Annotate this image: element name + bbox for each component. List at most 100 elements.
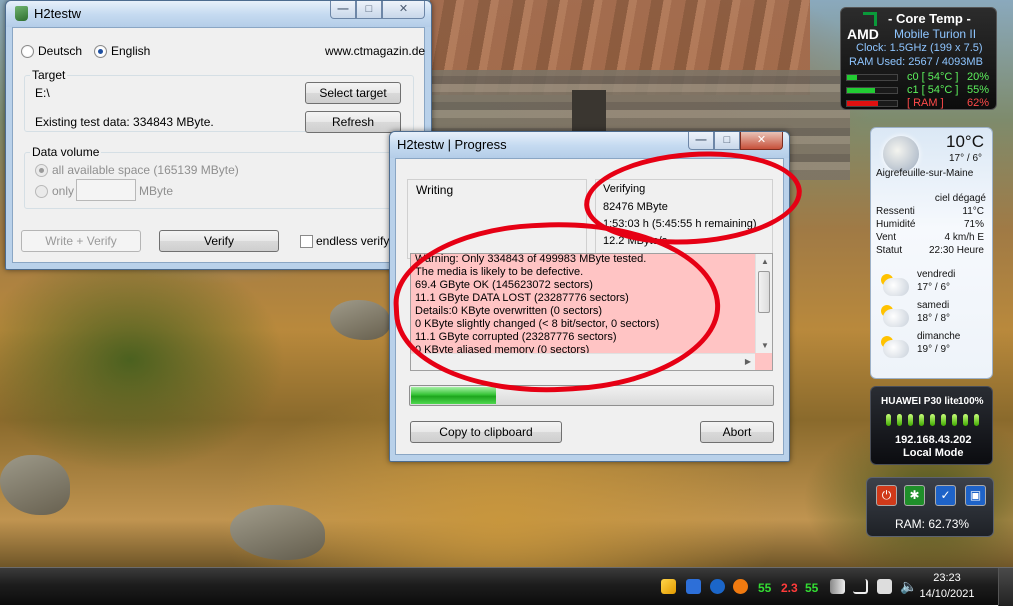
scrollbar-thumb[interactable]: [758, 271, 770, 313]
phone-ip-address: 192.168.43.202: [895, 434, 972, 446]
weather-gadget[interactable]: 10°C 17° / 6° Aigrefeuille-sur-Maine cie…: [870, 127, 993, 379]
forecast-temps: 17° / 6°: [917, 282, 951, 293]
verifying-label: Verifying: [603, 183, 646, 195]
ram-usage-text: RAM: 62.73%: [895, 517, 970, 531]
english-radio[interactable]: [94, 45, 107, 58]
taskbar-date[interactable]: 14/10/2021: [917, 588, 977, 600]
only-mbyte-input[interactable]: [76, 179, 136, 201]
target-group-label: Target: [30, 68, 68, 82]
signal-bar-icon: [908, 414, 913, 426]
forecast-temps: 19° / 9°: [917, 344, 951, 355]
write-verify-button[interactable]: Write + Verify: [21, 230, 141, 252]
phone-battery: 100%: [958, 396, 984, 407]
network-tray-icon[interactable]: [710, 579, 725, 594]
taskbar-time[interactable]: 23:23: [917, 572, 977, 584]
signal-bar-icon: [941, 414, 946, 426]
keyboard-tray-icon[interactable]: [830, 579, 845, 594]
report-line: 69.4 GByte OK (145623072 sectors): [415, 279, 593, 291]
check-icon[interactable]: ✓: [935, 485, 956, 506]
close-button[interactable]: ✕: [740, 132, 783, 150]
scroll-down-arrow-icon[interactable]: ▼: [761, 341, 769, 350]
maximize-button[interactable]: □: [714, 132, 740, 150]
copy-to-clipboard-button[interactable]: Copy to clipboard: [410, 421, 562, 443]
h2testw-main-window[interactable]: H2testw — □ ✕ Deutsch English www.ctmaga…: [5, 0, 432, 270]
phone-connection-gadget[interactable]: HUAWEI P30 lite 100% 192.168.43.202 Loca…: [870, 386, 993, 465]
weather-detail-label: Statut: [876, 245, 903, 256]
weather-detail-value: 11°C: [962, 206, 984, 217]
select-target-button[interactable]: Select target: [305, 82, 401, 104]
signal-tray-icon[interactable]: [853, 579, 868, 594]
verified-amount: 82476 MByte: [603, 201, 668, 213]
forecast-day: dimanche: [917, 331, 961, 342]
endless-verify-checkbox[interactable]: [300, 235, 313, 248]
all-space-radio[interactable]: [35, 164, 48, 177]
arrow-tray-icon[interactable]: [686, 579, 701, 594]
minimize-button[interactable]: —: [330, 1, 356, 19]
weather-condition: ciel dégagé: [934, 193, 986, 204]
verify-button[interactable]: Verify: [159, 230, 279, 252]
abort-button[interactable]: Abort: [700, 421, 774, 443]
rss-tray-icon[interactable]: [733, 579, 748, 594]
signal-bar-icon: [919, 414, 924, 426]
only-radio[interactable]: [35, 185, 48, 198]
h2testw-progress-window[interactable]: H2testw | Progress — □ ✕ Writing Verifyi…: [389, 131, 790, 462]
phone-mode: Local Mode: [903, 447, 964, 459]
wallpaper-rock: [330, 300, 390, 340]
maximize-button[interactable]: □: [356, 1, 382, 19]
partly-cloudy-icon: [883, 278, 909, 296]
cpu-clock: Clock: 1.5GHz (199 x 7.5): [856, 42, 983, 54]
progress-window-titlebar[interactable]: H2testw | Progress — □ ✕: [390, 132, 789, 158]
report-line: The media is likely to be defective.: [415, 266, 584, 278]
system-tools-gadget[interactable]: ⏻ ✱ ✓ ▣ RAM: 62.73%: [866, 477, 994, 537]
deutsch-radio[interactable]: [21, 45, 34, 58]
existing-data-label: Existing test data: 334843 MByte.: [35, 115, 214, 129]
cpu-row-label: [ RAM ]: [907, 97, 944, 109]
progress-window-title: H2testw | Progress: [397, 137, 507, 152]
scroll-right-arrow-icon[interactable]: ▶: [745, 357, 751, 366]
scroll-up-arrow-icon[interactable]: ▲: [761, 257, 769, 266]
core-temp-gadget[interactable]: AMD - Core Temp - Mobile Turion II Clock…: [840, 7, 997, 110]
phone-device-name: HUAWEI P30 lite: [881, 396, 959, 407]
cpu-meter-fill: [847, 88, 875, 93]
weather-detail-label: Vent: [876, 232, 897, 243]
media-tray-icon[interactable]: [877, 579, 892, 594]
main-window-titlebar[interactable]: H2testw — □ ✕: [6, 1, 431, 27]
weather-city: Aigrefeuille-sur-Maine: [876, 168, 974, 179]
partly-cloudy-icon: [883, 309, 909, 327]
taskbar[interactable]: 55 2.3 55 🔈 23:23 14/10/2021: [0, 567, 1013, 606]
report-vertical-scrollbar[interactable]: ▲ ▼: [755, 254, 772, 353]
website-link[interactable]: www.ctmagazin.de: [325, 44, 425, 58]
power-icon[interactable]: ⏻: [876, 485, 897, 506]
close-button[interactable]: ✕: [382, 1, 425, 19]
refresh-button[interactable]: Refresh: [305, 111, 401, 133]
target-path: E:\: [35, 86, 50, 100]
show-desktop-button[interactable]: [998, 568, 1013, 606]
tray-temperature-1[interactable]: 55: [758, 581, 771, 595]
english-label[interactable]: English: [111, 44, 150, 58]
signal-bar-icon: [974, 414, 979, 426]
only-label: only: [52, 184, 75, 198]
cpu-model: Mobile Turion II: [894, 27, 977, 41]
endless-verify-label[interactable]: endless verify: [316, 234, 389, 248]
volume-icon[interactable]: 🔈: [900, 578, 917, 595]
result-report-textbox[interactable]: Warning: Only 334843 of 499983 MByte tes…: [410, 253, 773, 371]
minimize-button[interactable]: —: [688, 132, 714, 150]
tray-temperature-2[interactable]: 55: [805, 581, 818, 595]
cpu-meter-bar: [846, 87, 898, 94]
user-tray-icon[interactable]: [661, 579, 676, 594]
monitor-icon[interactable]: ▣: [965, 485, 986, 506]
partly-cloudy-icon: [883, 340, 909, 358]
report-line: 11.1 GByte corrupted (23287776 sectors): [415, 331, 617, 343]
wallpaper-rock: [230, 505, 325, 560]
cpu-row-value: 20%: [967, 71, 990, 83]
moon-icon: [883, 136, 919, 172]
report-horizontal-scrollbar[interactable]: ▶: [411, 353, 755, 370]
signal-bar-icon: [963, 414, 968, 426]
network-icon[interactable]: ✱: [904, 485, 925, 506]
deutsch-label[interactable]: Deutsch: [38, 44, 82, 58]
forecast-day: samedi: [917, 300, 950, 311]
tray-cpu-load[interactable]: 2.3: [781, 581, 798, 595]
cpu-row-label: c0 [ 54°C ]: [907, 71, 959, 83]
forecast-day: vendredi: [917, 269, 956, 280]
weather-detail-value: 4 km/h E: [944, 232, 984, 243]
